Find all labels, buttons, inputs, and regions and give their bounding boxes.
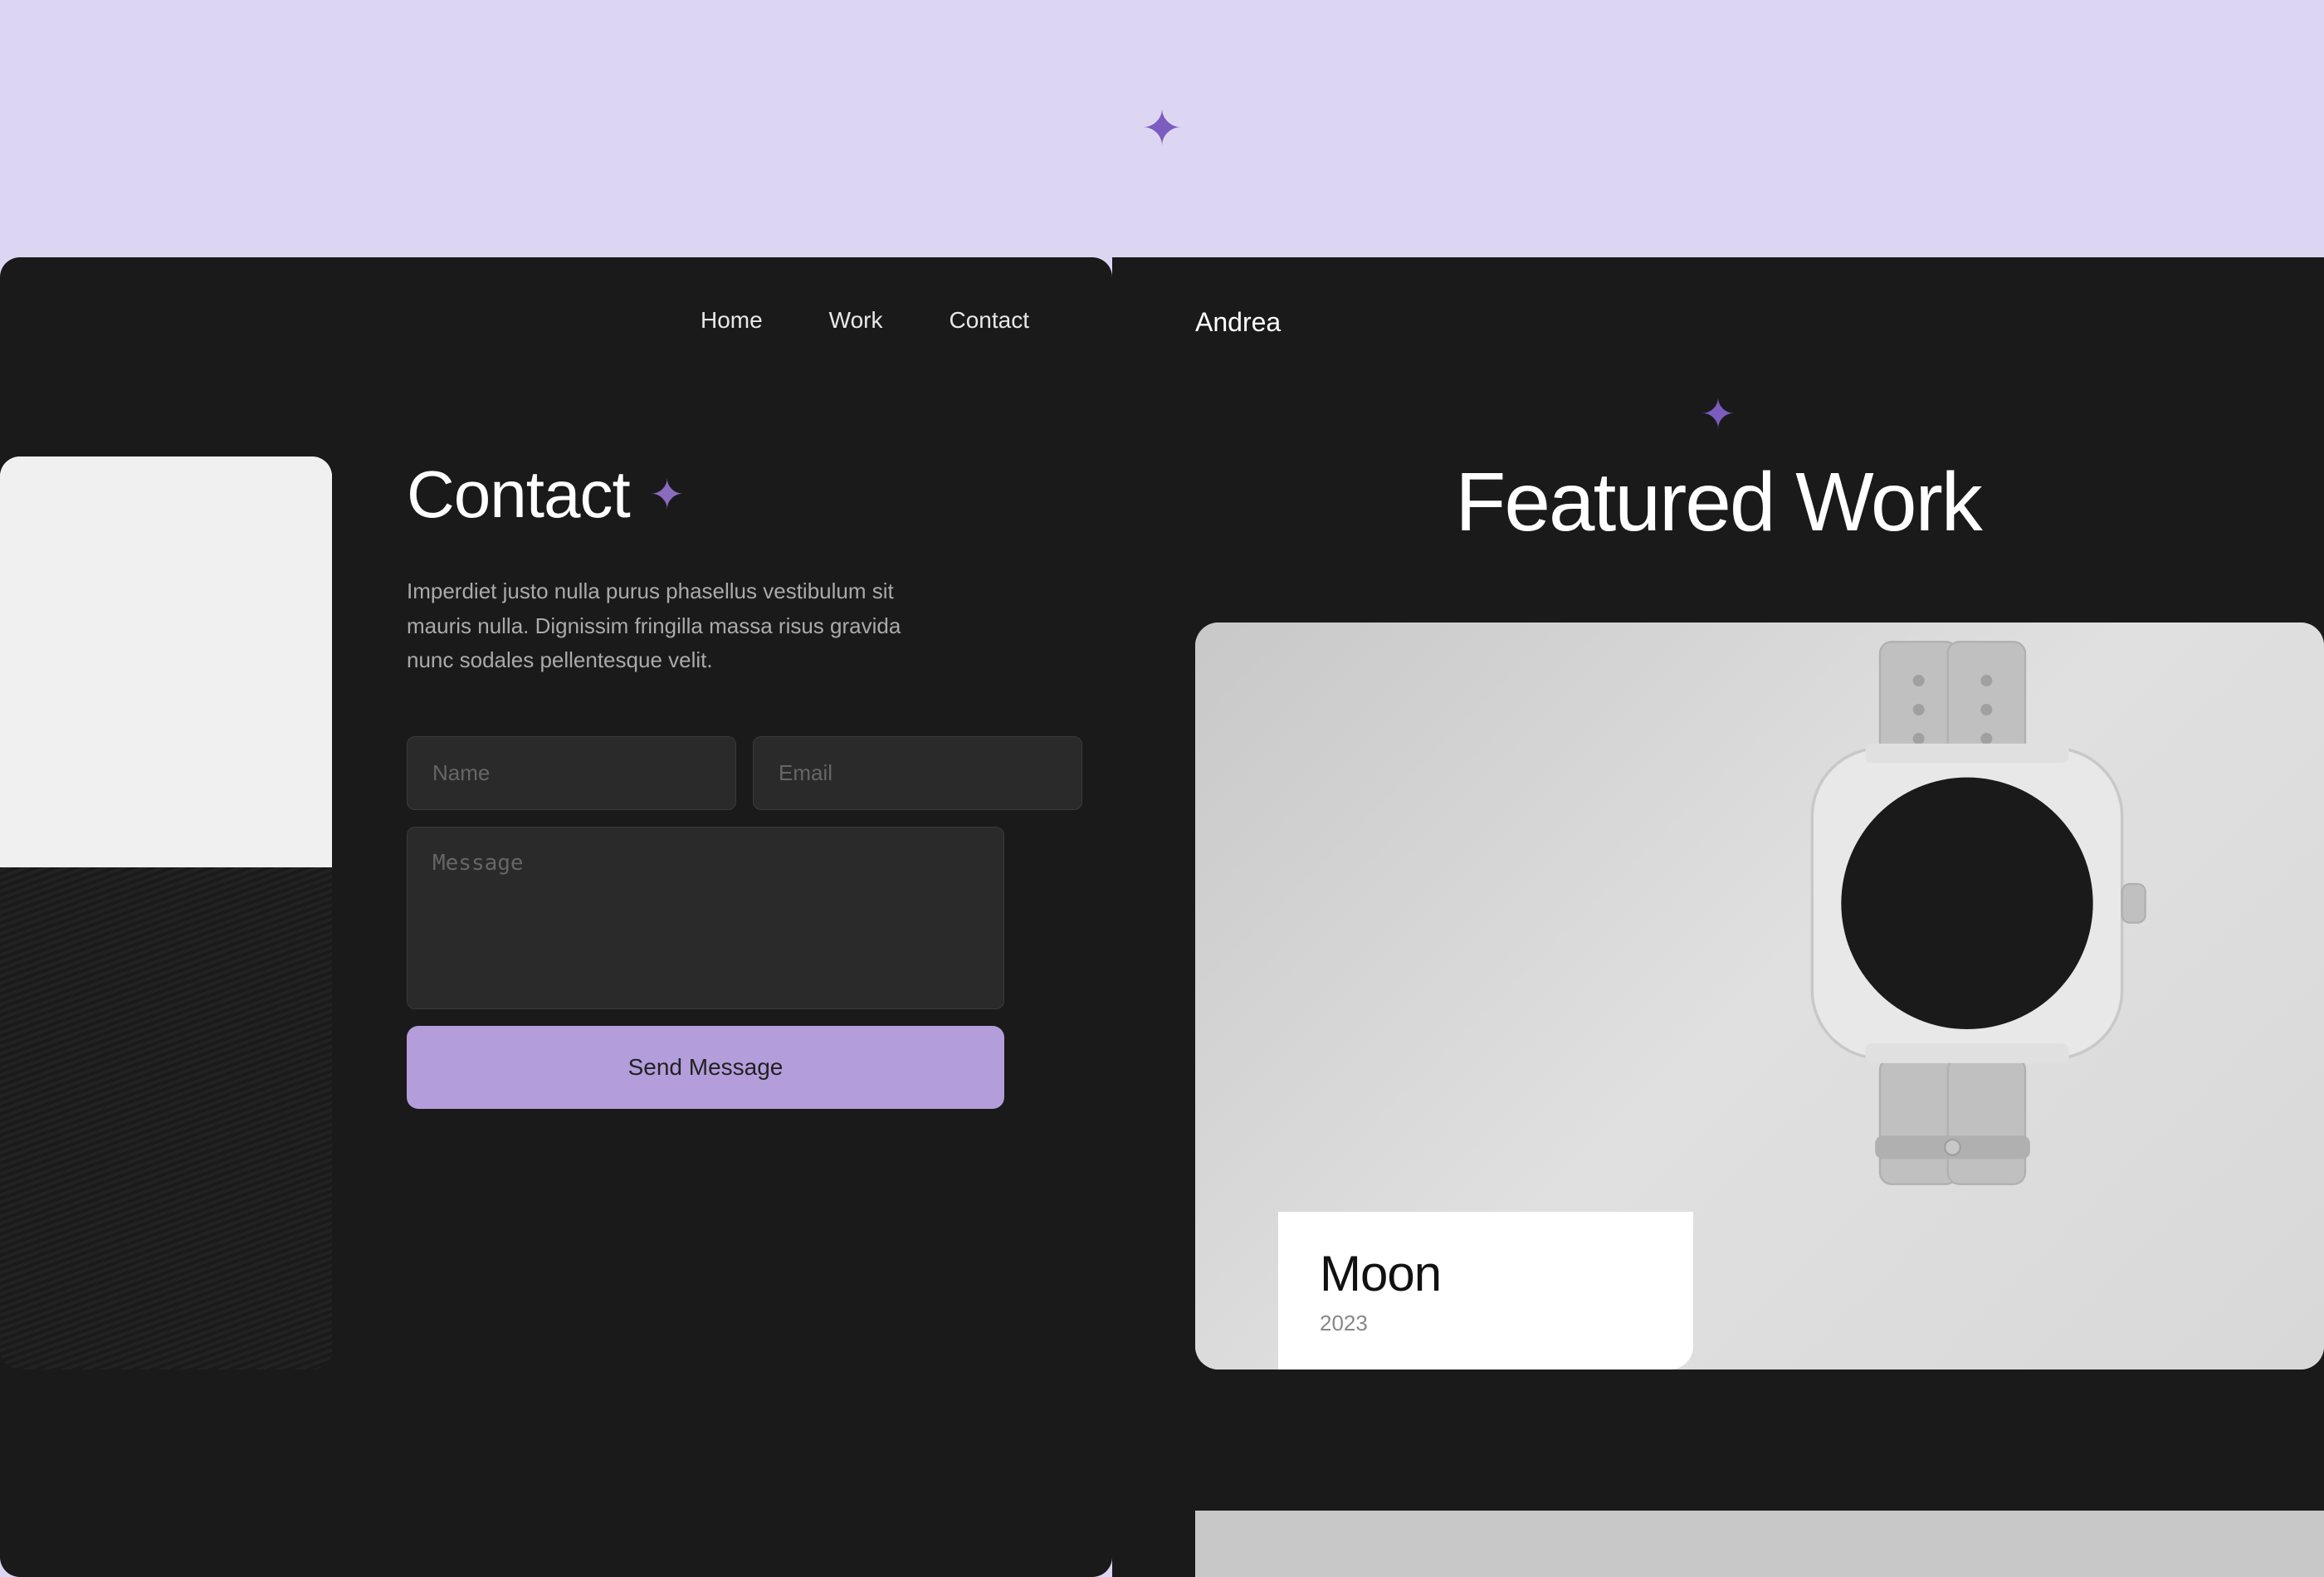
nav-home[interactable]: Home bbox=[701, 307, 763, 334]
featured-star-icon: ✦ bbox=[1701, 390, 1736, 438]
top-bar: ✦ bbox=[0, 0, 2324, 257]
left-panel: Home Work Contact Contact ✦ Imperdiet ju… bbox=[0, 257, 1112, 1577]
contact-section: Contact ✦ Imperdiet justo nulla purus ph… bbox=[407, 456, 1004, 1109]
moon-label-card: Moon 2023 bbox=[1278, 1212, 1693, 1370]
sky-portion bbox=[0, 456, 332, 867]
featured-work-container: ✦ Featured Work bbox=[1112, 390, 2324, 550]
right-panel: Andrea ✦ Featured Work bbox=[1112, 257, 2324, 1577]
message-textarea[interactable] bbox=[407, 827, 1004, 1009]
nav-contact[interactable]: Contact bbox=[950, 307, 1030, 334]
header-star-icon: ✦ bbox=[1141, 104, 1183, 154]
send-message-button[interactable]: Send Message bbox=[407, 1026, 1004, 1109]
panels-container: Home Work Contact Contact ✦ Imperdiet ju… bbox=[0, 257, 2324, 1577]
project-title: Moon bbox=[1320, 1245, 1652, 1302]
contact-title: Contact bbox=[407, 456, 630, 533]
dunes-portion bbox=[0, 867, 332, 1370]
bottom-strip bbox=[1195, 1511, 2324, 1577]
landscape-image bbox=[0, 456, 332, 1370]
featured-work-title: Featured Work bbox=[1455, 455, 1981, 550]
contact-form: Send Message bbox=[407, 736, 1004, 1109]
watch-svg bbox=[1677, 622, 2258, 1204]
contact-description: Imperdiet justo nulla purus phasellus ve… bbox=[407, 574, 905, 678]
nav-work[interactable]: Work bbox=[829, 307, 883, 334]
project-year: 2023 bbox=[1320, 1311, 1652, 1336]
contact-star-icon: ✦ bbox=[650, 474, 685, 515]
brand-label: Andrea bbox=[1195, 307, 1281, 338]
name-input[interactable] bbox=[407, 736, 736, 810]
form-row-name-email bbox=[407, 736, 1004, 810]
contact-title-row: Contact ✦ bbox=[407, 456, 1004, 533]
left-nav: Home Work Contact bbox=[0, 257, 1112, 334]
email-input[interactable] bbox=[753, 736, 1082, 810]
watch-card: Moon 2023 bbox=[1195, 622, 2324, 1370]
